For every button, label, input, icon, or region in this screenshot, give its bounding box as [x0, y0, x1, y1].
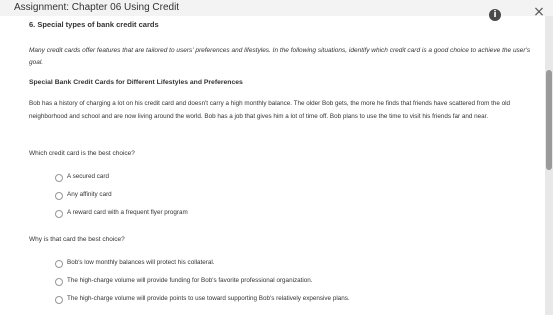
- question-content: 6. Special types of bank credit cards Ma…: [0, 16, 545, 315]
- radio-button[interactable]: [55, 278, 63, 286]
- assignment-title: Assignment: Chapter 06 Using Credit: [14, 2, 180, 13]
- part2-prompt: Why is that card the best choice?: [29, 236, 125, 243]
- option-label[interactable]: The high-charge volume will provide poin…: [67, 295, 350, 302]
- question-intro: Many credit cards offer features that ar…: [29, 47, 531, 66]
- option-label[interactable]: Any affinity card: [67, 191, 112, 198]
- scenario-text: Bob has a history of charging a lot on h…: [29, 100, 510, 120]
- radio-button[interactable]: [55, 296, 63, 304]
- option-label[interactable]: A reward card with a frequent flyer prog…: [67, 209, 188, 216]
- radio-button[interactable]: [55, 260, 63, 268]
- option-label[interactable]: The high-charge volume will provide fund…: [67, 277, 313, 284]
- scrollbar-thumb[interactable]: [546, 70, 552, 170]
- title-bar: Assignment: Chapter 06 Using Credit: [0, 0, 553, 16]
- radio-button[interactable]: [55, 210, 63, 218]
- radio-button[interactable]: [55, 174, 63, 182]
- vertical-scrollbar[interactable]: [545, 16, 553, 315]
- radio-button[interactable]: [55, 192, 63, 200]
- option-label[interactable]: A secured card: [67, 173, 109, 180]
- option-label[interactable]: Bob's low monthly balances will protect …: [67, 259, 215, 266]
- part1-prompt: Which credit card is the best choice?: [29, 150, 135, 157]
- section-heading: Special Bank Credit Cards for Different …: [29, 79, 243, 86]
- question-title: 6. Special types of bank credit cards: [29, 20, 159, 29]
